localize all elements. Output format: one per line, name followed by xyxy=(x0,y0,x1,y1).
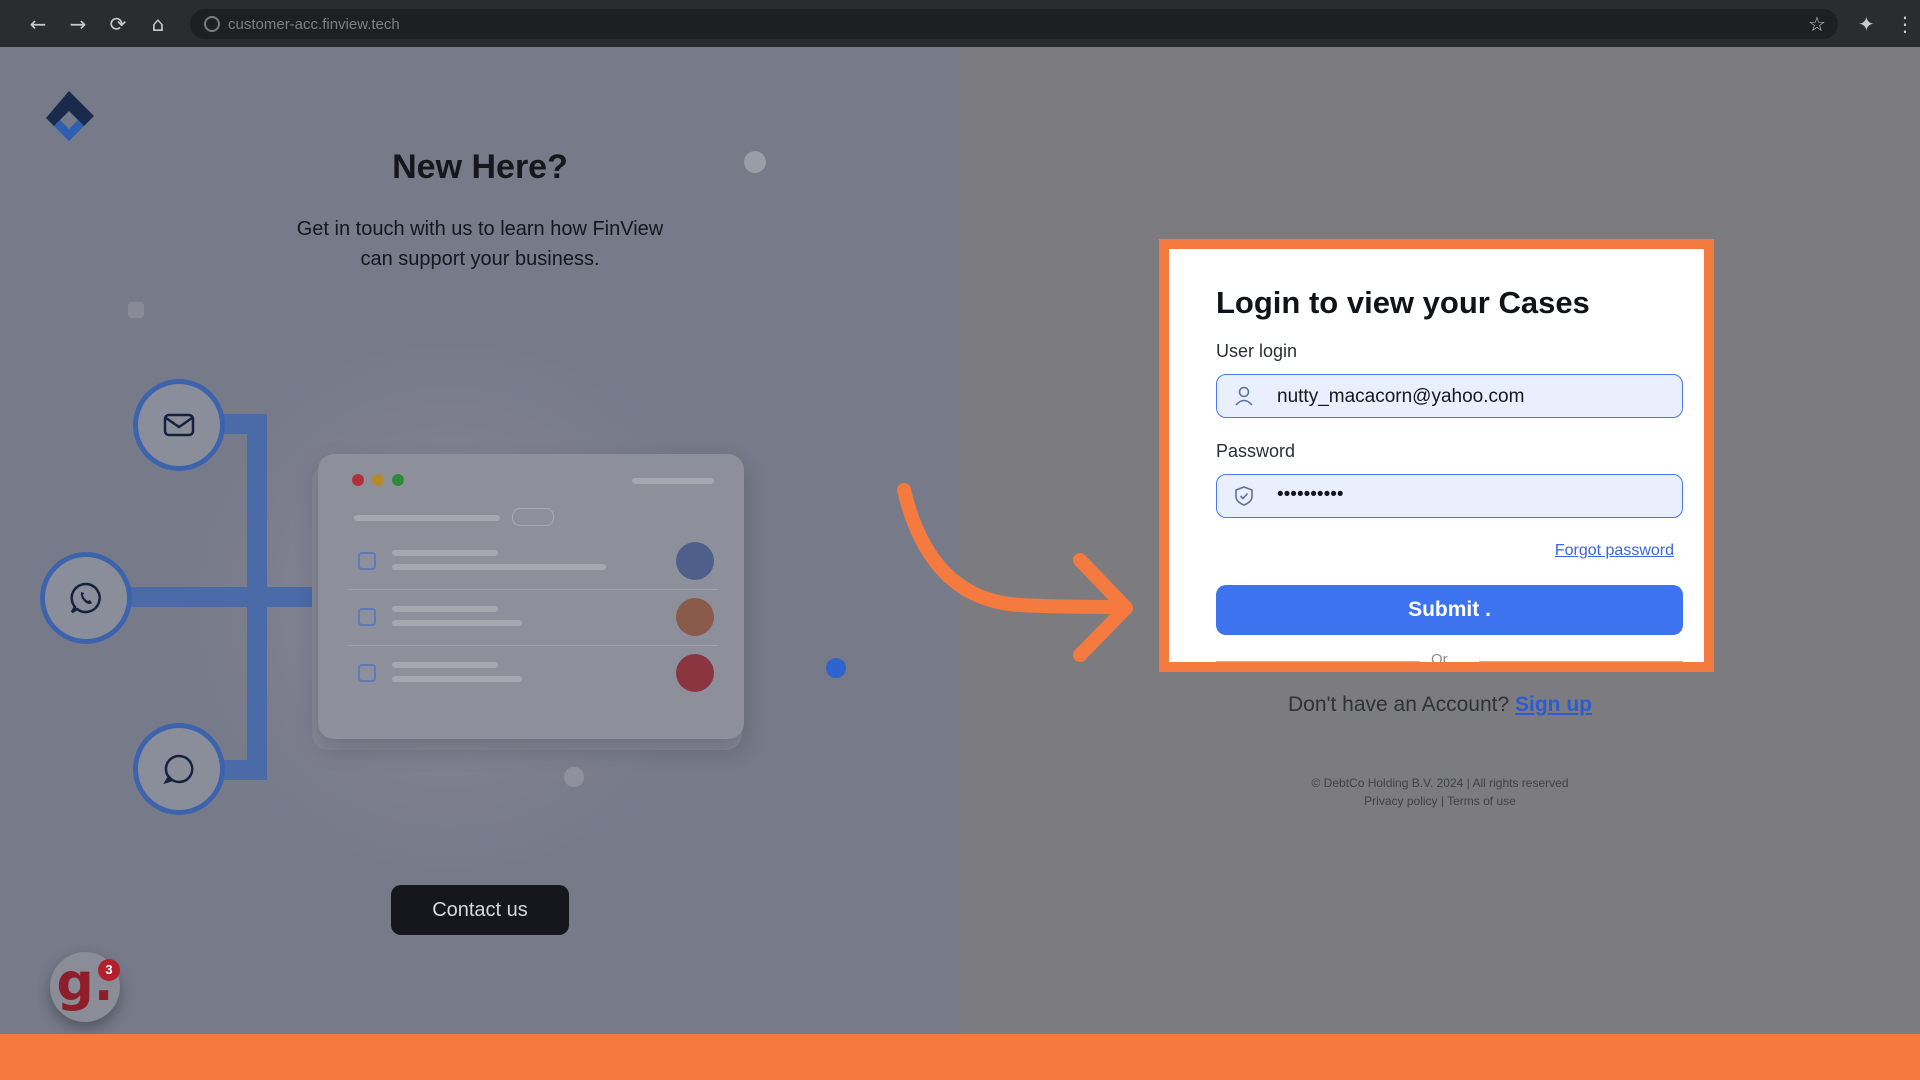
user-login-field[interactable]: nutty_macacorn@yahoo.com xyxy=(1216,374,1683,418)
mock-row-line xyxy=(392,620,522,626)
address-bar[interactable]: customer-acc.finview.tech xyxy=(190,9,1838,39)
decorative-dot xyxy=(744,151,766,173)
mock-row-line xyxy=(392,606,498,612)
mock-row-icon xyxy=(358,552,376,570)
decorative-dot xyxy=(564,767,584,787)
mock-row-icon xyxy=(358,608,376,626)
window-min-dot xyxy=(372,474,384,486)
connector-top xyxy=(220,414,260,434)
bottom-accent-bar xyxy=(0,1034,1920,1080)
whatsapp-icon xyxy=(70,582,101,614)
browser-menu-icon[interactable]: ⋮ xyxy=(1895,12,1915,36)
notification-count-badge: 3 xyxy=(98,959,120,981)
password-label: Password xyxy=(1216,441,1296,461)
connector-middle xyxy=(130,587,320,607)
connector-bottom xyxy=(220,760,260,780)
contact-us-button[interactable]: Contact us xyxy=(391,885,569,935)
divider-left xyxy=(1216,661,1420,662)
divider-right xyxy=(1479,661,1683,662)
mock-row-line xyxy=(392,676,522,682)
tagline-text: Get in touch with us to learn how FinVie… xyxy=(296,218,664,270)
mock-row-line xyxy=(392,662,498,668)
mock-row-icon xyxy=(358,664,376,682)
email-channel xyxy=(133,379,225,471)
mock-window-illustration xyxy=(318,454,744,739)
footer-separator: | xyxy=(1440,794,1444,808)
site-info-icon[interactable] xyxy=(204,16,220,32)
back-icon[interactable]: ← xyxy=(26,12,50,36)
mock-search-line xyxy=(354,515,500,521)
chat-bubble-icon xyxy=(163,754,194,785)
reload-icon[interactable]: ⟳ xyxy=(106,12,130,36)
signup-prompt-text: Don't have an Account? xyxy=(1287,693,1510,716)
decorative-square xyxy=(128,302,144,318)
password-value: •••••••••• xyxy=(1277,484,1344,505)
avatar xyxy=(676,542,714,580)
left-panel: New Here? Get in touch with us to learn … xyxy=(0,47,960,1034)
extensions-icon[interactable]: ✦ xyxy=(1858,12,1875,36)
bookmark-star-icon[interactable]: ☆ xyxy=(1808,12,1826,36)
chat-channel xyxy=(133,723,225,815)
login-card: Login to view your Cases User login nutt… xyxy=(1159,239,1714,672)
copyright-text: © DebtCo Holding B.V. 2024 | All rights … xyxy=(1311,776,1569,790)
terms-of-use-link[interactable]: Terms of use xyxy=(1447,794,1516,808)
privacy-policy-link[interactable]: Privacy policy xyxy=(1364,794,1437,808)
avatar xyxy=(676,598,714,636)
whatsapp-channel xyxy=(40,552,132,644)
or-separator: Or xyxy=(1431,651,1448,668)
url-text: customer-acc.finview.tech xyxy=(228,16,400,33)
shield-icon xyxy=(1235,486,1253,506)
sign-up-link[interactable]: Sign up xyxy=(1515,693,1592,716)
user-login-label: User login xyxy=(1216,341,1298,361)
avatar xyxy=(676,654,714,692)
mock-header-line xyxy=(632,478,714,484)
window-close-dot xyxy=(352,474,364,486)
user-login-value: nutty_macacorn@yahoo.com xyxy=(1277,386,1525,407)
finview-logo-icon xyxy=(46,91,94,141)
mock-row-line xyxy=(392,564,606,570)
mock-row xyxy=(348,648,718,702)
signup-prompt: Don't have an Account? Sign up xyxy=(960,693,1920,717)
mock-pill xyxy=(512,508,554,526)
mock-row xyxy=(348,592,718,646)
mock-row xyxy=(348,536,718,590)
footer-links: Privacy policy | Terms of use xyxy=(960,794,1920,808)
forgot-password-link[interactable]: Forgot password xyxy=(1555,542,1674,560)
home-icon[interactable]: ⌂ xyxy=(146,12,170,36)
submit-button[interactable]: Submit . xyxy=(1216,585,1683,635)
mock-row-line xyxy=(392,550,498,556)
forward-icon[interactable]: → xyxy=(66,12,90,36)
login-title: Login to view your Cases xyxy=(1216,285,1590,320)
decorative-blue-dot xyxy=(826,658,846,678)
user-icon xyxy=(1235,386,1253,406)
window-max-dot xyxy=(392,474,404,486)
browser-toolbar: ← → ⟳ ⌂ customer-acc.finview.tech ☆ ✦ ⋮ xyxy=(0,0,1920,47)
page-heading: New Here? xyxy=(392,148,568,186)
envelope-icon xyxy=(163,413,195,437)
orange-arrow-icon xyxy=(897,483,1133,662)
password-field[interactable]: •••••••••• xyxy=(1216,474,1683,518)
